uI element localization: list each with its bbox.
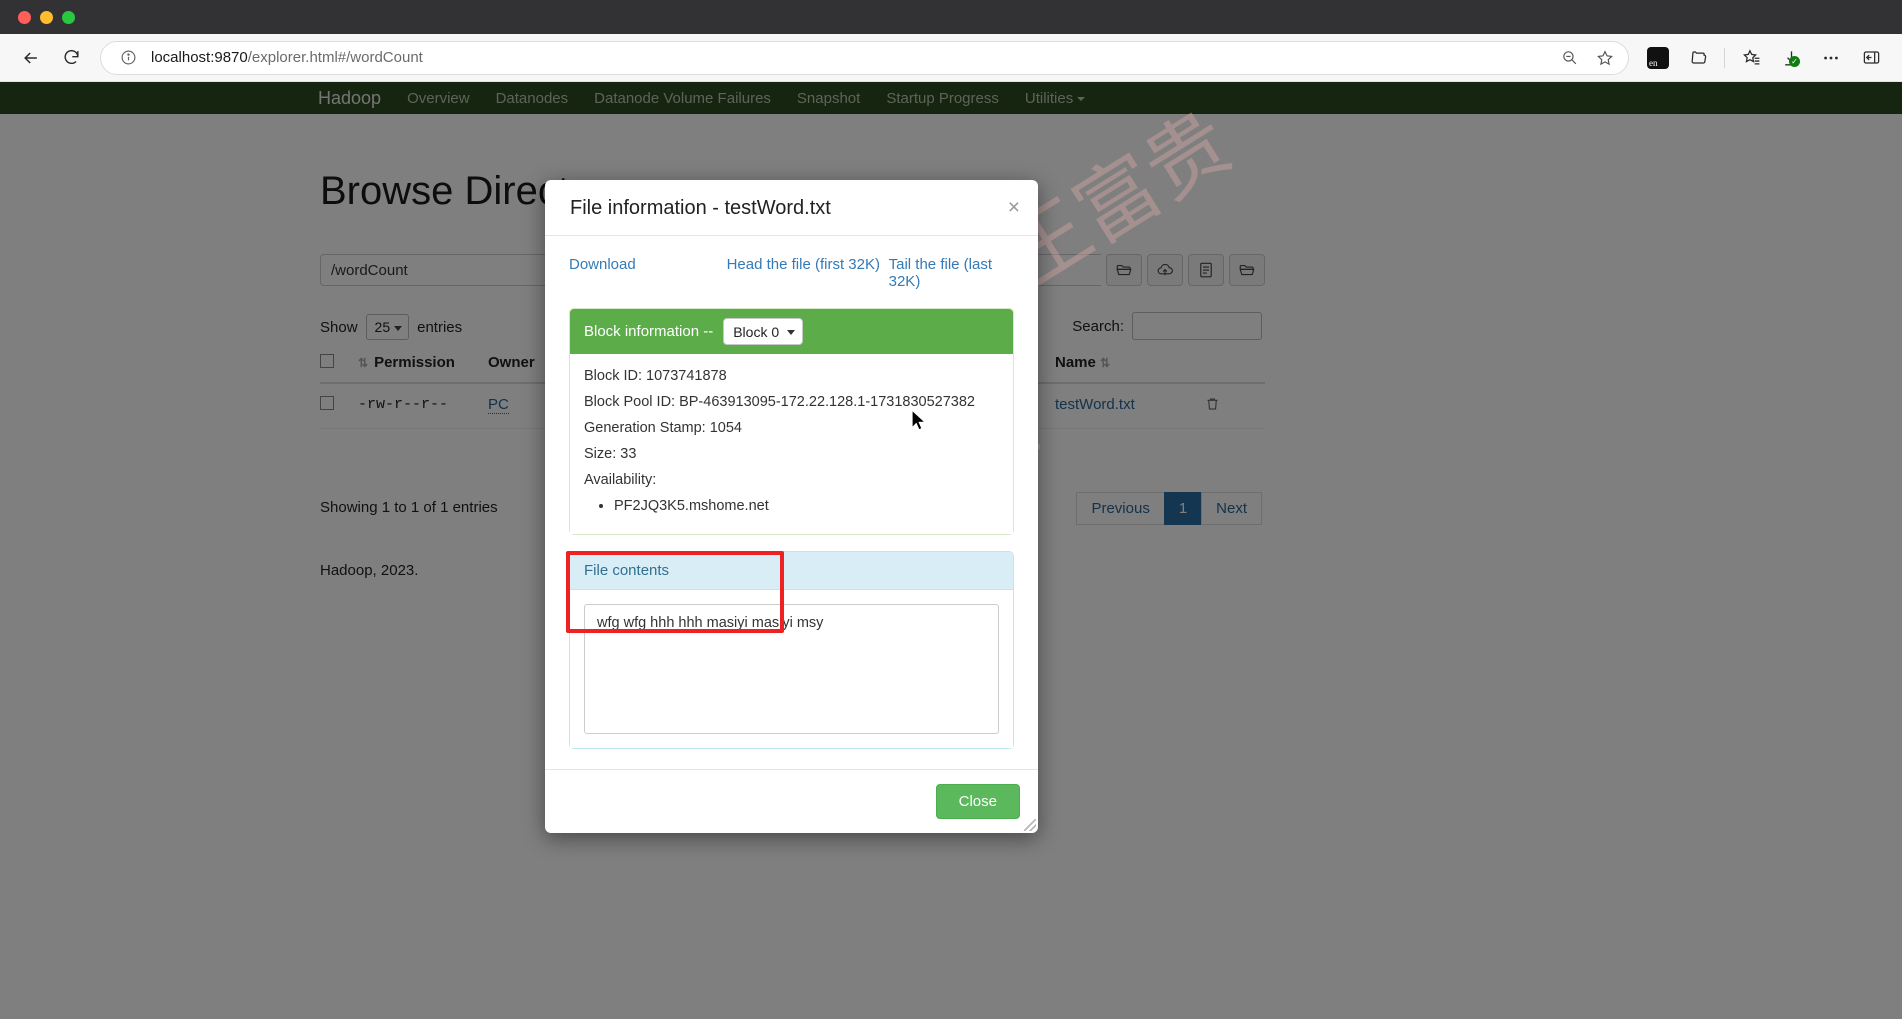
info-circle-icon[interactable] bbox=[115, 45, 141, 71]
file-information-modal: File information - testWord.txt × Downlo… bbox=[545, 180, 1038, 833]
modal-body: Download Head the file (first 32K) Tail … bbox=[545, 236, 1038, 831]
window-controls bbox=[18, 10, 75, 24]
modal-footer: Close bbox=[545, 769, 1038, 833]
availability-list: PF2JQ3K5.mshome.net bbox=[584, 498, 999, 514]
block-information-label: Block information -- bbox=[584, 323, 714, 340]
toolbar-divider bbox=[1724, 47, 1725, 68]
block-information-body: Block ID: 1073741878 Block Pool ID: BP-4… bbox=[570, 354, 1013, 534]
zoom-out-icon[interactable] bbox=[1556, 45, 1582, 71]
address-bar[interactable]: localhost:9870/explorer.html#/wordCount bbox=[100, 40, 1629, 75]
sidebar-toggle-icon[interactable] bbox=[1854, 41, 1888, 75]
translate-extension-icon[interactable]: en bbox=[1641, 41, 1675, 75]
browser-window: localhost:9870/explorer.html#/wordCount … bbox=[0, 0, 1902, 1019]
close-icon[interactable]: × bbox=[1008, 197, 1020, 218]
back-arrow-icon[interactable] bbox=[14, 41, 48, 75]
more-ellipsis-icon[interactable] bbox=[1814, 41, 1848, 75]
download-link[interactable]: Download bbox=[569, 256, 727, 290]
resize-handle-icon[interactable] bbox=[1024, 819, 1036, 831]
download-complete-badge: ✓ bbox=[1789, 55, 1800, 67]
address-bar-text: localhost:9870/explorer.html#/wordCount bbox=[151, 49, 1546, 66]
tail-file-link[interactable]: Tail the file (last 32K) bbox=[889, 256, 1014, 290]
modal-header: File information - testWord.txt × bbox=[545, 180, 1038, 236]
availability-label: Availability: bbox=[584, 472, 657, 488]
favorites-list-icon[interactable] bbox=[1734, 41, 1768, 75]
block-select[interactable]: Block 0 bbox=[723, 318, 804, 345]
translate-badge-label: en bbox=[1649, 57, 1658, 68]
translate-badge: en bbox=[1647, 46, 1669, 69]
url-path: /explorer.html#/wordCount bbox=[247, 49, 423, 66]
size-text: Size: 33 bbox=[584, 446, 637, 462]
file-action-links: Download Head the file (first 32K) Tail … bbox=[557, 252, 1026, 308]
browser-toolbar: localhost:9870/explorer.html#/wordCount … bbox=[0, 34, 1902, 82]
file-contents-body: wfg wfg hhh hhh masiyi masiyi msy bbox=[570, 590, 1036, 831]
url-host: localhost:9870 bbox=[151, 49, 248, 66]
head-file-link[interactable]: Head the file (first 32K) bbox=[727, 256, 889, 290]
minimize-window-button[interactable] bbox=[40, 10, 53, 24]
close-window-button[interactable] bbox=[18, 10, 31, 24]
maximize-window-button[interactable] bbox=[62, 10, 75, 24]
reload-icon[interactable] bbox=[54, 41, 88, 75]
file-contents-header: File contents bbox=[570, 552, 1013, 590]
star-icon[interactable] bbox=[1592, 45, 1618, 71]
file-contents-textarea[interactable]: wfg wfg hhh hhh masiyi masiyi msy bbox=[584, 604, 999, 734]
block-information-header: Block information -- Block 0 bbox=[570, 309, 1013, 354]
close-button[interactable]: Close bbox=[935, 784, 1020, 819]
browser-titlebar bbox=[0, 0, 1902, 34]
availability-node: PF2JQ3K5.mshome.net bbox=[614, 498, 999, 514]
block-information-panel: Block information -- Block 0 Block ID: 1… bbox=[569, 308, 1014, 535]
generation-stamp-text: Generation Stamp: 1054 bbox=[584, 420, 742, 436]
page-viewport: Hadoop Overview Datanodes Datanode Volum… bbox=[0, 82, 1902, 1019]
block-id-text: Block ID: 1073741878 bbox=[584, 368, 727, 384]
download-icon[interactable]: ✓ bbox=[1774, 41, 1808, 75]
collections-icon[interactable] bbox=[1681, 41, 1715, 75]
modal-title: File information - testWord.txt bbox=[570, 197, 831, 219]
file-contents-panel: File contents wfg wfg hhh hhh masiyi mas… bbox=[569, 551, 1036, 831]
block-pool-id-text: Block Pool ID: BP-463913095-172.22.128.1… bbox=[584, 394, 975, 410]
